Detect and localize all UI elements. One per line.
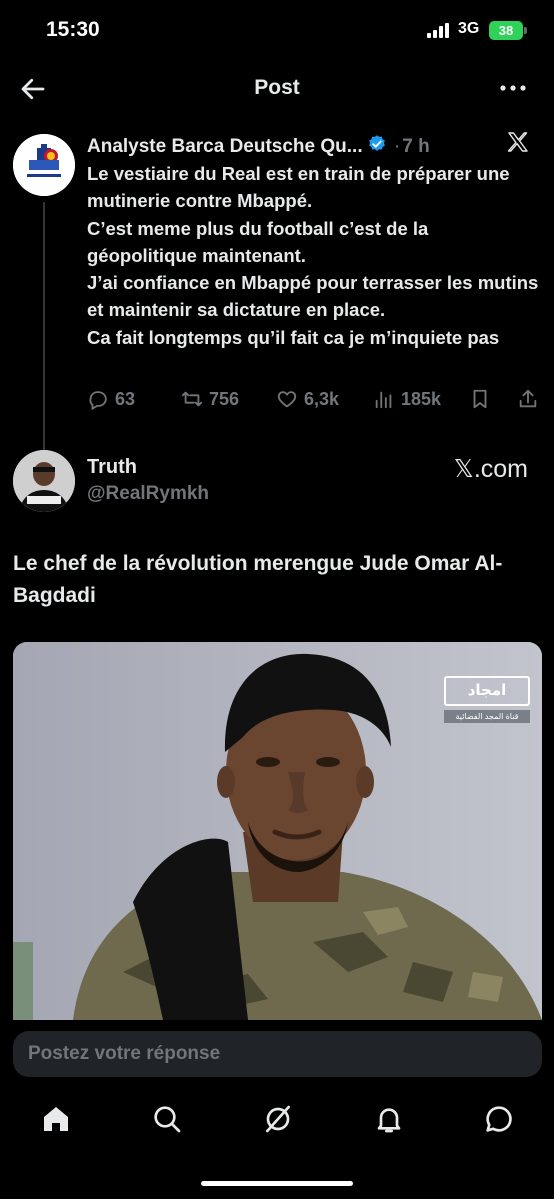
tweet-header: Analyste Barca Deutsche Qu... · 7 h [87, 134, 507, 162]
notifications-icon [377, 1108, 401, 1133]
channel-logo-sub: قناة المجد الفضائية [444, 710, 530, 723]
quoted-handle[interactable]: @RealRymkh [87, 483, 209, 505]
heart-icon [277, 391, 297, 408]
reply-button[interactable]: 63 [87, 388, 135, 410]
time-separator: · [393, 136, 401, 157]
quoted-text: Le chef de la révolution merengue Jude O… [13, 552, 503, 607]
nav-home[interactable] [40, 1103, 72, 1135]
nav-grok[interactable] [262, 1103, 294, 1135]
reply-count: 63 [115, 388, 136, 409]
status-time: 15:30 [46, 18, 100, 41]
tweet-line: Le vestiaire du Real est en train de pré… [87, 163, 510, 212]
reply-icon [89, 391, 107, 410]
search-icon [154, 1106, 181, 1133]
source-label: 𝕏.com [453, 455, 528, 483]
tweet-actions: 63 756 6,3k 185k [87, 388, 547, 416]
quoted-name[interactable]: Truth [87, 456, 137, 479]
views-button[interactable]: 185k [373, 388, 441, 410]
channel-logo: امجاد [444, 676, 530, 706]
verified-badge-icon [368, 135, 385, 151]
quoted-avatar[interactable] [13, 450, 75, 512]
page-title: Post [254, 76, 300, 99]
header: Post [0, 68, 554, 112]
author-avatar[interactable] [13, 134, 75, 196]
tweet-time[interactable]: 7 h [402, 136, 429, 157]
home-icon [44, 1107, 68, 1131]
tweet-text: Le vestiaire du Real est en train de pré… [87, 160, 542, 351]
repost-button[interactable]: 756 [181, 388, 239, 410]
views-icon [375, 391, 392, 409]
repost-count: 756 [209, 388, 240, 409]
x-logo-icon [506, 130, 530, 154]
more-horizontal-icon [500, 85, 526, 91]
battery-icon: 38 [489, 21, 523, 40]
nav-notifications[interactable] [373, 1103, 405, 1135]
status-bar: 15:30 3G 38 [0, 0, 554, 60]
tweet-line: Ca fait longtemps qu’il fait ca je m’inq… [87, 326, 500, 348]
share-button[interactable] [517, 388, 539, 410]
tweet-line: C’est meme plus du football c’est de la … [87, 217, 429, 266]
tweet-line: J’ai confiance en Mbappé pour terrasser … [87, 272, 539, 321]
nav-messages[interactable] [483, 1103, 515, 1135]
more-button[interactable] [498, 76, 528, 106]
reply-input[interactable]: Postez votre réponse [13, 1031, 542, 1077]
signal-icon [427, 22, 453, 38]
share-icon [519, 389, 537, 408]
like-button[interactable]: 6,3k [276, 388, 339, 410]
views-count: 185k [401, 388, 442, 409]
like-count: 6,3k [304, 388, 340, 409]
post-image[interactable]: امجاد قناة المجد الفضائية [13, 642, 542, 1020]
grok-icon [266, 1105, 290, 1133]
nav-search[interactable] [151, 1103, 183, 1135]
battery-tip [524, 27, 527, 34]
author-name[interactable]: Analyste Barca Deutsche Qu... [87, 136, 363, 157]
bottom-nav [0, 1095, 554, 1155]
home-indicator [201, 1181, 353, 1186]
reply-placeholder: Postez votre réponse [28, 1043, 221, 1064]
bookmark-icon [473, 389, 487, 409]
repost-icon [181, 391, 203, 407]
messages-icon [486, 1106, 512, 1132]
network-type: 3G [458, 20, 480, 37]
bookmark-button[interactable] [469, 388, 491, 410]
